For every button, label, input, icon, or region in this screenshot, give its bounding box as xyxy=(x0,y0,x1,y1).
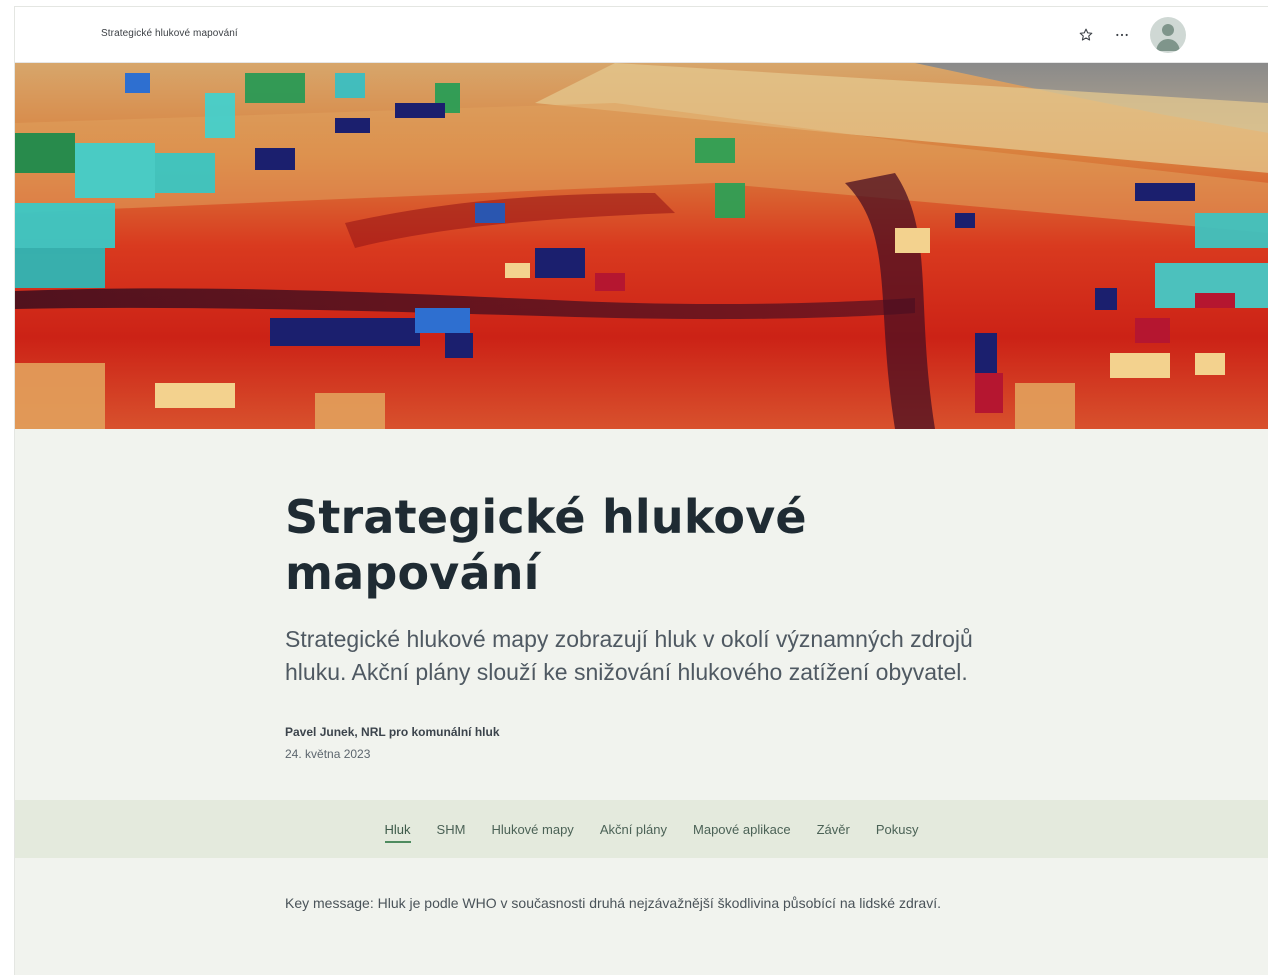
nav-item-shm[interactable]: SHM xyxy=(437,816,466,843)
nav-item-zaver[interactable]: Závěr xyxy=(817,816,850,843)
section-nav: Hluk SHM Hlukové mapy Akční plány Mapové… xyxy=(15,800,1268,858)
nav-item-hlukove-mapy[interactable]: Hlukové mapy xyxy=(491,816,573,843)
publish-date: 24. května 2023 xyxy=(285,747,371,761)
favorite-button[interactable] xyxy=(1072,17,1100,53)
hero-image xyxy=(15,63,1268,429)
app-title[interactable]: Strategické hlukové mapování xyxy=(101,28,238,39)
nav-item-hluk[interactable]: Hluk xyxy=(384,816,411,843)
user-icon xyxy=(1156,24,1180,51)
nav-item-mapove-aplikace[interactable]: Mapové aplikace xyxy=(693,816,791,843)
article-header: Strategické hlukové mapování Strategické… xyxy=(285,429,1025,761)
noise-map-illustration xyxy=(15,63,1268,429)
page-title: Strategické hlukové mapování xyxy=(285,490,807,600)
key-message: Key message: Hluk je podle WHO v současn… xyxy=(285,895,941,911)
page-subtitle: Strategické hlukové mapy zobrazují hluk … xyxy=(285,626,973,685)
star-icon xyxy=(1079,28,1093,41)
section-nav-list: Hluk SHM Hlukové mapy Akční plány Mapové… xyxy=(15,800,1268,858)
author-byline: Pavel Junek, NRL pro komunální hluk xyxy=(285,725,500,739)
header-actions xyxy=(1064,17,1186,53)
top-bar: Strategické hlukové mapování xyxy=(15,7,1268,63)
nav-item-akcni-plany[interactable]: Akční plány xyxy=(600,816,667,843)
more-icon xyxy=(1116,33,1128,37)
more-options-button[interactable] xyxy=(1108,17,1136,53)
nav-item-pokusy[interactable]: Pokusy xyxy=(876,816,919,843)
story-page: Strategické hlukové mapování Strategické… xyxy=(14,6,1268,975)
avatar[interactable] xyxy=(1150,17,1186,53)
